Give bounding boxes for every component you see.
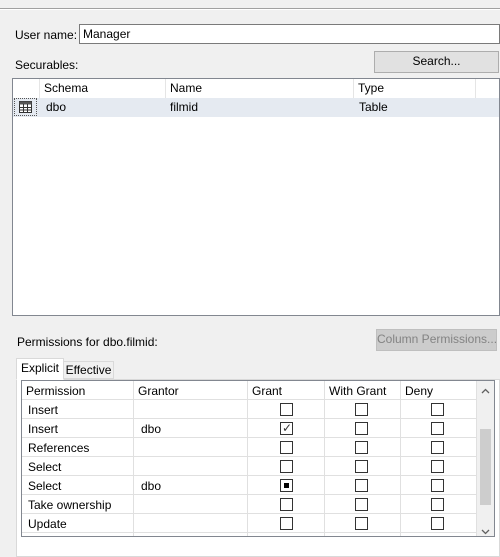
indeterminate-square-icon [284, 483, 289, 488]
grid-line [22, 437, 476, 438]
permission-name: Update [28, 517, 67, 531]
header-separator [475, 79, 476, 98]
with-grant-checkbox[interactable] [355, 479, 368, 492]
grant-checkbox[interactable] [280, 536, 293, 537]
permission-name: Select [28, 479, 62, 493]
deny-checkbox[interactable] [431, 517, 444, 530]
permission-name: Take ownership [28, 498, 112, 512]
column-header-deny[interactable]: Deny [405, 384, 433, 398]
grid-line [22, 532, 476, 533]
with-grant-checkbox[interactable] [355, 460, 368, 473]
securable-name: filmid [170, 100, 199, 114]
scrollbar-thumb[interactable] [480, 429, 491, 505]
with-grant-checkbox[interactable] [355, 403, 368, 416]
grant-checkbox[interactable] [280, 403, 293, 416]
permission-name: Insert [28, 422, 59, 436]
permission-name: References [28, 441, 90, 455]
chevron-up-icon[interactable] [481, 385, 490, 394]
grant-checkbox[interactable] [280, 517, 293, 530]
column-header-permission[interactable]: Permission [26, 384, 85, 398]
with-grant-checkbox[interactable] [355, 441, 368, 454]
deny-checkbox[interactable] [431, 460, 444, 473]
deny-checkbox[interactable] [431, 422, 444, 435]
grant-checkbox[interactable]: ✓ [280, 421, 293, 435]
grant-checkbox[interactable] [280, 498, 293, 511]
grant-checkbox[interactable] [280, 460, 293, 473]
deny-checkbox[interactable] [431, 403, 444, 416]
tab-explicit[interactable]: Explicit [16, 358, 64, 380]
grid-line [22, 456, 476, 457]
permission-grantor: dbo [141, 479, 162, 493]
search-button[interactable]: Search... [374, 51, 499, 73]
header-separator [39, 79, 40, 98]
securables-list[interactable]: Schema Name Type dbo filmid Table [12, 78, 500, 316]
deny-checkbox[interactable] [431, 536, 444, 537]
top-divider-highlight [0, 9, 500, 10]
with-grant-checkbox[interactable] [355, 517, 368, 530]
column-header-name[interactable]: Name [170, 79, 202, 98]
permission-name: Select [28, 460, 62, 474]
securable-schema: dbo [46, 100, 67, 114]
securable-row[interactable]: dbo filmid Table [13, 98, 499, 117]
with-grant-checkbox[interactable] [355, 422, 368, 435]
securables-label: Securables: [15, 58, 79, 72]
permissions-label: Permissions for dbo.filmid: [17, 335, 158, 349]
grid-line [22, 513, 476, 514]
permission-grantor: dbo [141, 422, 162, 436]
deny-checkbox[interactable] [431, 479, 444, 492]
column-header-with-grant[interactable]: With Grant [329, 384, 386, 398]
column-header-schema[interactable]: Schema [44, 79, 88, 98]
column-header-grant[interactable]: Grant [252, 384, 282, 398]
with-grant-checkbox[interactable] [355, 498, 368, 511]
securable-type: Table [359, 100, 388, 114]
grid-line [22, 494, 476, 495]
grant-checkbox[interactable] [280, 479, 293, 492]
column-header-type[interactable]: Type [358, 79, 384, 98]
header-separator [165, 79, 166, 98]
user-name-field[interactable]: Manager [79, 24, 500, 44]
chevron-down-icon[interactable] [481, 525, 490, 535]
column-header-grantor[interactable]: Grantor [138, 384, 179, 398]
permission-name: Insert [28, 403, 59, 417]
with-grant-checkbox[interactable] [355, 536, 368, 537]
checkmark-icon: ✓ [282, 421, 293, 435]
permissions-grid[interactable]: Permission Grantor Grant With Grant Deny… [21, 380, 495, 537]
user-name-label: User name: [15, 28, 78, 42]
grant-checkbox[interactable] [280, 441, 293, 454]
deny-checkbox[interactable] [431, 441, 444, 454]
column-permissions-button[interactable]: Column Permissions... [376, 329, 497, 351]
grid-line [22, 399, 476, 400]
grid-line [22, 418, 476, 419]
table-icon [19, 101, 32, 113]
tab-effective[interactable]: Effective [63, 361, 114, 379]
grid-line [22, 475, 476, 476]
user-name-value: Manager [83, 27, 131, 41]
header-separator [353, 79, 354, 98]
vertical-scrollbar[interactable] [477, 381, 494, 536]
deny-checkbox[interactable] [431, 498, 444, 511]
